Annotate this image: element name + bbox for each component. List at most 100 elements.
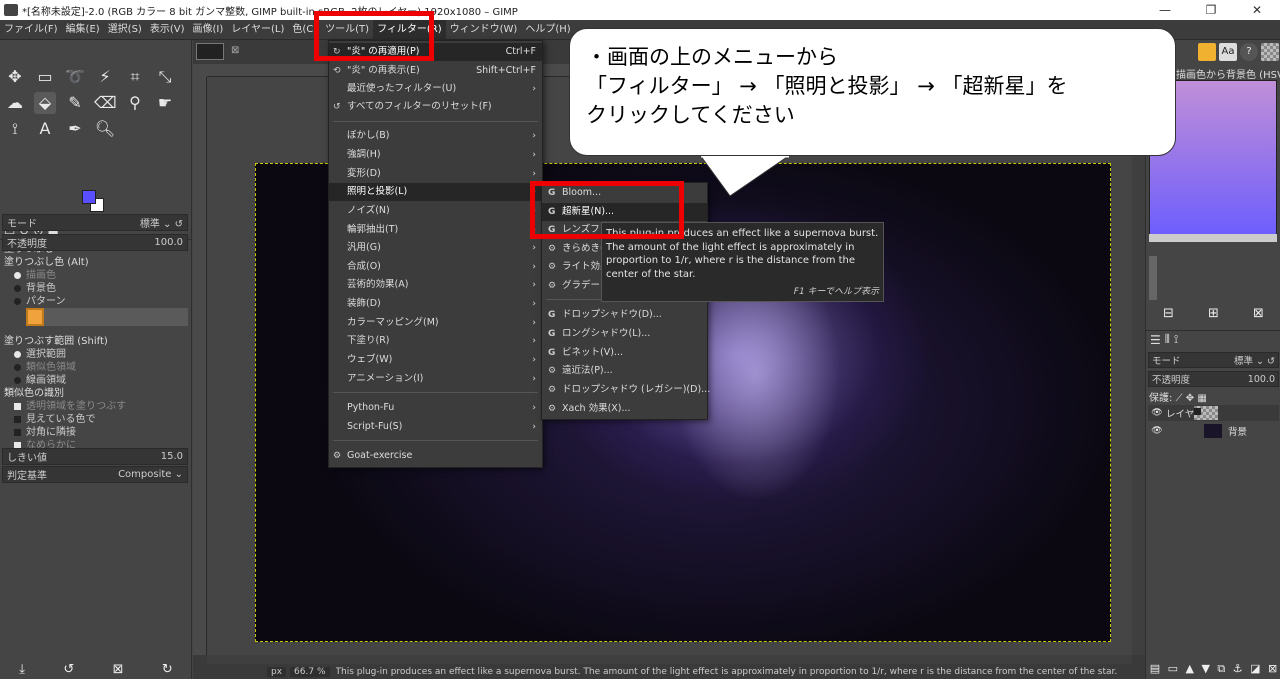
zoom-out-icon[interactable]: ⊟ [1163, 306, 1174, 321]
pattern-selector[interactable] [26, 308, 188, 326]
distorts-item[interactable]: 変形(D) › [329, 165, 542, 183]
opacity-slider[interactable]: 不透明度 100.0 [2, 234, 188, 251]
mask-layer-icon[interactable]: ◪ [1250, 662, 1260, 676]
long-shadow-item[interactable]: G ロングシャドウ(L)... [542, 325, 707, 343]
layers-tab-icon[interactable]: ☰ [1150, 333, 1161, 347]
drop-shadow-legacy-item[interactable]: ⚙ ドロップシャドウ (レガシー)(D)... [542, 381, 710, 399]
visibility-eye-icon[interactable]: 👁︎ [1148, 426, 1166, 436]
fg-bg-color-selector[interactable] [82, 190, 108, 214]
gradient-stops[interactable] [1149, 234, 1277, 242]
menu-layer[interactable]: レイヤー(L) [227, 20, 288, 40]
raise-layer-icon[interactable]: ▲ [1186, 662, 1194, 676]
threshold-slider[interactable]: しきい値 15.0 [2, 448, 188, 465]
perspective-item[interactable]: ⚙ 遠近法(P)... [542, 362, 707, 380]
brushes-tab-icon[interactable] [1198, 43, 1216, 61]
python-fu-item[interactable]: Python-Fu › [329, 399, 542, 417]
edge-detect-item[interactable]: 輪郭抽出(T) › [329, 221, 542, 239]
paths-tab-icon[interactable]: ⟟ [1174, 332, 1178, 347]
rect-select-tool-icon[interactable]: ▭ [34, 66, 56, 88]
fill-pattern-radio[interactable]: パターン [14, 292, 66, 307]
transform-tool-icon[interactable]: ⤡ [154, 66, 176, 88]
visibility-eye-icon[interactable]: 👁︎ [1148, 408, 1166, 418]
render-item[interactable]: 下塗り(R) › [329, 332, 542, 350]
unit-select[interactable]: px [267, 666, 287, 677]
enhance-item[interactable]: 強調(H) › [329, 146, 542, 164]
xach-effect-item[interactable]: ⚙ Xach 効果(X)... [542, 400, 707, 418]
vignette-item[interactable]: G ビネット(V)... [542, 344, 707, 362]
menu-file[interactable]: ファイル(F) [0, 20, 62, 40]
text-tool-icon[interactable]: A [34, 118, 56, 140]
menu-edit[interactable]: 編集(E) [62, 20, 104, 40]
zoom-select[interactable]: 66.7 % [290, 666, 330, 677]
paths-tool-icon[interactable]: ⟟ [4, 118, 26, 140]
gradient-scrollbar[interactable] [1149, 256, 1157, 300]
lock-pixels-icon[interactable]: ⟋ [1176, 393, 1183, 404]
warp-tool-icon[interactable]: ☁ [4, 92, 26, 114]
lasso-tool-icon[interactable]: ➰ [64, 66, 86, 88]
foreground-color-swatch[interactable] [82, 190, 96, 204]
help-tab-icon[interactable]: ? [1240, 43, 1258, 61]
zoom-in-icon[interactable]: ⊞ [1208, 306, 1219, 321]
color-picker-tool-icon[interactable]: ✒ [64, 118, 86, 140]
save-options-icon[interactable]: ⤓ [19, 662, 25, 679]
artistic-item[interactable]: 芸術的効果(A) › [329, 276, 542, 294]
recent-filters-item[interactable]: 最近使ったフィルター(U) › [329, 80, 542, 98]
bucket-fill-tool-icon[interactable]: ⬙ [34, 92, 56, 114]
fonts-tab-icon[interactable]: Aa [1219, 43, 1237, 61]
noise-item[interactable]: ノイズ(N) › [329, 202, 542, 220]
anchor-layer-icon[interactable]: ⚓︎ [1233, 662, 1243, 676]
layer-row[interactable]: 👁︎ 背景 [1148, 423, 1279, 439]
close-tab-icon[interactable]: ⊠ [231, 45, 239, 56]
lock-position-icon[interactable]: ✥ [1186, 393, 1194, 404]
animation-item[interactable]: アニメーション(I) › [329, 370, 542, 388]
layer-row[interactable]: 👁︎ レイヤー [1148, 405, 1279, 421]
reset-options-icon[interactable]: ↻ [162, 662, 173, 679]
image-tab-thumbnail[interactable] [196, 43, 224, 60]
light-and-shadow-item[interactable]: 照明と投影(L) › [329, 183, 542, 201]
channels-tab-icon[interactable]: ⫴ [1165, 332, 1170, 347]
restore-options-icon[interactable]: ↺ [63, 662, 74, 679]
reset-all-filters-item[interactable]: ↺ すべてのフィルターのリセット(F) [329, 98, 542, 116]
smudge-tool-icon[interactable]: ☛ [154, 92, 176, 114]
delete-options-icon[interactable]: ⊠ [113, 662, 124, 679]
combine-item[interactable]: 合成(O) › [329, 258, 542, 276]
crop-tool-icon[interactable]: ⌗ [124, 66, 146, 88]
menu-view[interactable]: 表示(V) [146, 20, 189, 40]
blur-item[interactable]: ぼかし(B) › [329, 127, 542, 145]
paintbrush-tool-icon[interactable]: ✎ [64, 92, 86, 114]
patterns-tab-icon[interactable] [1261, 43, 1279, 61]
clone-tool-icon[interactable]: ⚲ [124, 92, 146, 114]
mode-select[interactable]: モード 標準 ⌄ ↺ [2, 214, 188, 231]
duplicate-layer-icon[interactable]: ⧉ [1217, 662, 1225, 676]
script-fu-item[interactable]: Script-Fu(S) › [329, 418, 542, 436]
zoom-fit-icon[interactable]: ⊠ [1253, 306, 1264, 321]
lower-layer-icon[interactable]: ▼ [1201, 662, 1209, 676]
new-layer-icon[interactable]: ▤ [1150, 662, 1160, 676]
eraser-tool-icon[interactable]: ⌫ [94, 92, 117, 114]
layer-opacity-slider[interactable]: 不透明度 100.0 [1148, 371, 1279, 387]
criterion-select[interactable]: 判定基準 Composite ⌄ [2, 466, 188, 483]
generic-item[interactable]: 汎用(G) › [329, 239, 542, 257]
delete-layer-icon[interactable]: ⊠ [1268, 662, 1277, 676]
map-item[interactable]: カラーマッピング(M) › [329, 314, 542, 332]
drop-shadow-item[interactable]: G ドロップシャドウ(D)... [542, 306, 707, 324]
close-button[interactable]: ✕ [1234, 3, 1280, 17]
ruler-corner[interactable] [193, 64, 207, 77]
zoom-tool-icon[interactable]: 🔍︎ [94, 118, 116, 140]
web-item[interactable]: ウェブ(W) › [329, 351, 542, 369]
reshow-last-filter-item[interactable]: ⟲ "炎" の再表示(E) Shift+Ctrl+F [329, 62, 542, 80]
move-tool-icon[interactable]: ✥ [4, 66, 26, 88]
menu-help[interactable]: ヘルプ(H) [521, 20, 574, 40]
menu-select[interactable]: 選択(S) [104, 20, 146, 40]
menu-image[interactable]: 画像(I) [189, 20, 228, 40]
lock-alpha-icon[interactable]: ▦ [1197, 393, 1206, 404]
layer-mode-select[interactable]: モード 標準 ⌄ ↺ [1148, 352, 1279, 368]
new-group-icon[interactable]: ▭ [1168, 662, 1178, 676]
menu-windows[interactable]: ウィンドウ(W) [446, 20, 522, 40]
fuzzy-select-tool-icon[interactable]: ⚡ [94, 66, 116, 88]
vertical-ruler[interactable] [193, 77, 207, 655]
maximize-button[interactable]: ❐ [1188, 3, 1234, 17]
goat-exercise-item[interactable]: ⚙ Goat-exercise [329, 447, 542, 465]
minimize-button[interactable]: — [1142, 3, 1188, 17]
decor-item[interactable]: 装飾(D) › [329, 295, 542, 313]
